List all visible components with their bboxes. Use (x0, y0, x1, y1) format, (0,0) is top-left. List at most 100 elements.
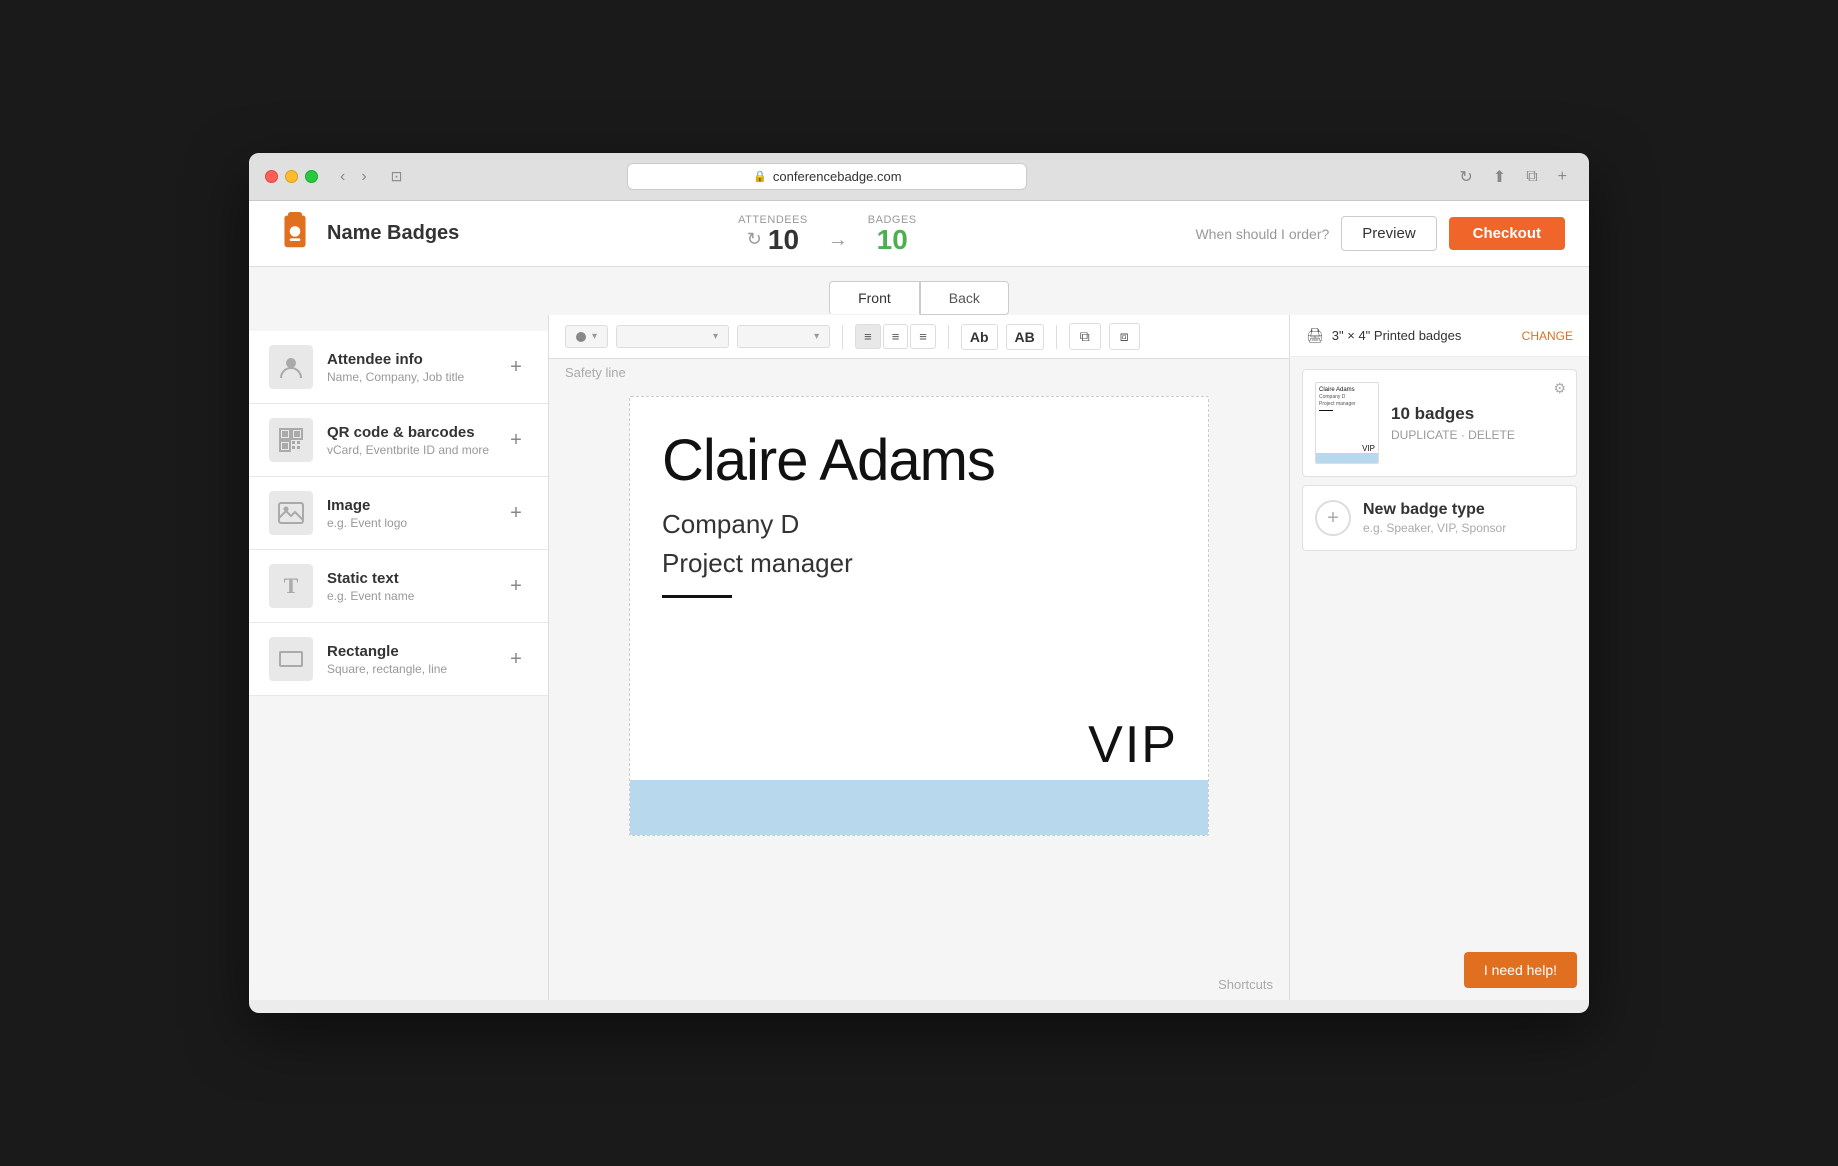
browser-window: ‹ › ⊡ 🔒 conferencebadge.com ↻ ⬆ ⧉ + Name… (249, 153, 1589, 1013)
checkout-button[interactable]: Checkout (1449, 217, 1565, 250)
qr-code-text: QR code & barcodes vCard, Eventbrite ID … (327, 424, 504, 457)
close-button[interactable] (265, 170, 278, 183)
badge-type-card[interactable]: Claire Adams Company D Project manager V… (1302, 369, 1577, 477)
right-sidebar-header: 🖨 3" × 4" Printed badges CHANGE (1290, 315, 1589, 357)
attendee-info-name: Attendee info (327, 351, 504, 368)
weight-caret: ▾ (814, 331, 819, 342)
sidebar-item-rectangle[interactable]: Rectangle Square, rectangle, line + (249, 623, 548, 696)
align-left-button[interactable]: ≡ (855, 324, 881, 349)
badge-jobtitle: Project manager (630, 544, 1208, 587)
align-center-button[interactable]: ≡ (883, 324, 909, 349)
sidebar-item-static-text[interactable]: T Static text e.g. Event name + (249, 550, 548, 623)
sidebar-item-qr-code[interactable]: QR code & barcodes vCard, Eventbrite ID … (249, 404, 548, 477)
font-size-dropdown[interactable]: ▾ (565, 325, 608, 348)
reader-mode-button[interactable]: ⊡ (385, 166, 409, 187)
static-text-add-button[interactable]: + (504, 574, 528, 598)
badge-company: Company D (630, 501, 1208, 544)
size-caret: ▾ (592, 331, 597, 342)
rectangle-icon (269, 637, 313, 681)
font-caret: ▾ (713, 331, 718, 342)
back-button[interactable]: ‹ (334, 166, 351, 188)
app-body: Front Back Attendee info Name, Company, … (249, 267, 1589, 1000)
thumb-divider (1319, 410, 1333, 411)
paste-style-button[interactable]: ⧈ (1109, 323, 1140, 350)
toolbar-sep-1 (842, 325, 843, 349)
new-badge-plus-icon: + (1315, 500, 1351, 536)
forward-button[interactable]: › (355, 166, 372, 188)
image-name: Image (327, 497, 504, 514)
refresh-button[interactable]: ↻ (1453, 165, 1478, 189)
thumb-jobtitle: Project manager (1316, 401, 1378, 409)
right-sidebar: 🖨 3" × 4" Printed badges CHANGE Claire A… (1289, 315, 1589, 1000)
maximize-button[interactable] (305, 170, 318, 183)
align-group: ≡ ≡ ≡ (855, 324, 936, 349)
attendee-info-add-button[interactable]: + (504, 355, 528, 379)
minimize-button[interactable] (285, 170, 298, 183)
badge-settings-button[interactable]: ⚙ (1553, 380, 1566, 397)
new-badge-info: New badge type e.g. Speaker, VIP, Sponso… (1363, 501, 1506, 535)
badges-stat: BADGES 10 (868, 214, 917, 254)
content-area: Attendee info Name, Company, Job title + (249, 315, 1589, 1000)
editor-toolbar: ▾ ▾ ▾ ≡ ≡ ≡ (549, 315, 1289, 359)
left-sidebar: Attendee info Name, Company, Job title + (249, 315, 549, 1000)
qr-code-icon (269, 418, 313, 462)
duplicate-tab-button[interactable]: ⧉ (1520, 165, 1543, 189)
image-add-button[interactable]: + (504, 501, 528, 525)
arrow-icon: → (828, 229, 848, 252)
app-title: Name Badges (327, 222, 459, 245)
badge-canvas[interactable]: Claire Adams Company D Project manager V… (629, 396, 1209, 836)
badges-value: 10 (877, 226, 908, 254)
text-upper-button[interactable]: AB (1006, 324, 1044, 350)
text-normal-button[interactable]: Ab (961, 324, 998, 350)
badge-canvas-wrapper: Claire Adams Company D Project manager V… (549, 386, 1289, 969)
app-logo[interactable]: Name Badges (273, 212, 459, 256)
help-button[interactable]: I need help! (1464, 952, 1577, 988)
shortcuts-label: Shortcuts (1218, 977, 1273, 992)
qr-code-name: QR code & barcodes (327, 424, 504, 441)
order-question: When should I order? (1195, 226, 1329, 242)
thumb-name: Claire Adams (1316, 383, 1378, 393)
attendee-info-desc: Name, Company, Job title (327, 370, 504, 384)
attendee-info-text: Attendee info Name, Company, Job title (327, 351, 504, 384)
font-family-dropdown[interactable]: ▾ (616, 325, 729, 348)
browser-chrome: ‹ › ⊡ 🔒 conferencebadge.com ↻ ⬆ ⧉ + (249, 153, 1589, 201)
qr-code-desc: vCard, Eventbrite ID and more (327, 443, 504, 457)
browser-actions: ↻ ⬆ ⧉ + (1453, 165, 1573, 189)
editor-area: ▾ ▾ ▾ ≡ ≡ ≡ (549, 315, 1289, 1000)
static-text-desc: e.g. Event name (327, 589, 504, 603)
font-weight-dropdown[interactable]: ▾ (737, 325, 830, 348)
delete-link[interactable]: DELETE (1468, 428, 1515, 442)
share-button[interactable]: ⬆ (1487, 165, 1512, 189)
attendees-value: 10 (768, 226, 799, 254)
new-badge-title: New badge type (1363, 501, 1506, 519)
tab-front[interactable]: Front (829, 281, 920, 315)
sidebar-item-image[interactable]: Image e.g. Event logo + (249, 477, 548, 550)
lock-icon: 🔒 (753, 170, 767, 183)
badge-thumbnail: Claire Adams Company D Project manager V… (1315, 382, 1379, 464)
badge-divider (662, 595, 732, 598)
new-tab-button[interactable]: + (1552, 165, 1573, 189)
url-text: conferencebadge.com (773, 169, 902, 184)
new-badge-card[interactable]: + New badge type e.g. Speaker, VIP, Spon… (1302, 485, 1577, 551)
badge-attendee-name: Claire Adams (630, 397, 1208, 501)
rectangle-text: Rectangle Square, rectangle, line (327, 643, 504, 676)
preview-button[interactable]: Preview (1341, 216, 1436, 251)
address-bar[interactable]: 🔒 conferencebadge.com (627, 163, 1027, 190)
tab-back[interactable]: Back (920, 281, 1009, 315)
rectangle-add-button[interactable]: + (504, 647, 528, 671)
duplicate-link[interactable]: DUPLICATE (1391, 428, 1457, 442)
print-size-label: 3" × 4" Printed badges (1332, 328, 1462, 343)
align-right-button[interactable]: ≡ (910, 324, 936, 349)
static-text-name: Static text (327, 570, 504, 587)
qr-code-add-button[interactable]: + (504, 428, 528, 452)
thumb-blue-strip (1316, 453, 1378, 463)
rectangle-name: Rectangle (327, 643, 504, 660)
print-icon: 🖨 (1306, 327, 1324, 344)
sidebar-item-attendee-info[interactable]: Attendee info Name, Company, Job title + (249, 331, 548, 404)
safety-line-label: Safety line (549, 359, 1289, 386)
traffic-lights (265, 170, 318, 183)
change-link[interactable]: CHANGE (1522, 329, 1573, 343)
copy-style-button[interactable]: ⧉ (1069, 323, 1101, 350)
browser-nav: ‹ › (334, 166, 373, 188)
thumb-company: Company D (1316, 393, 1378, 401)
